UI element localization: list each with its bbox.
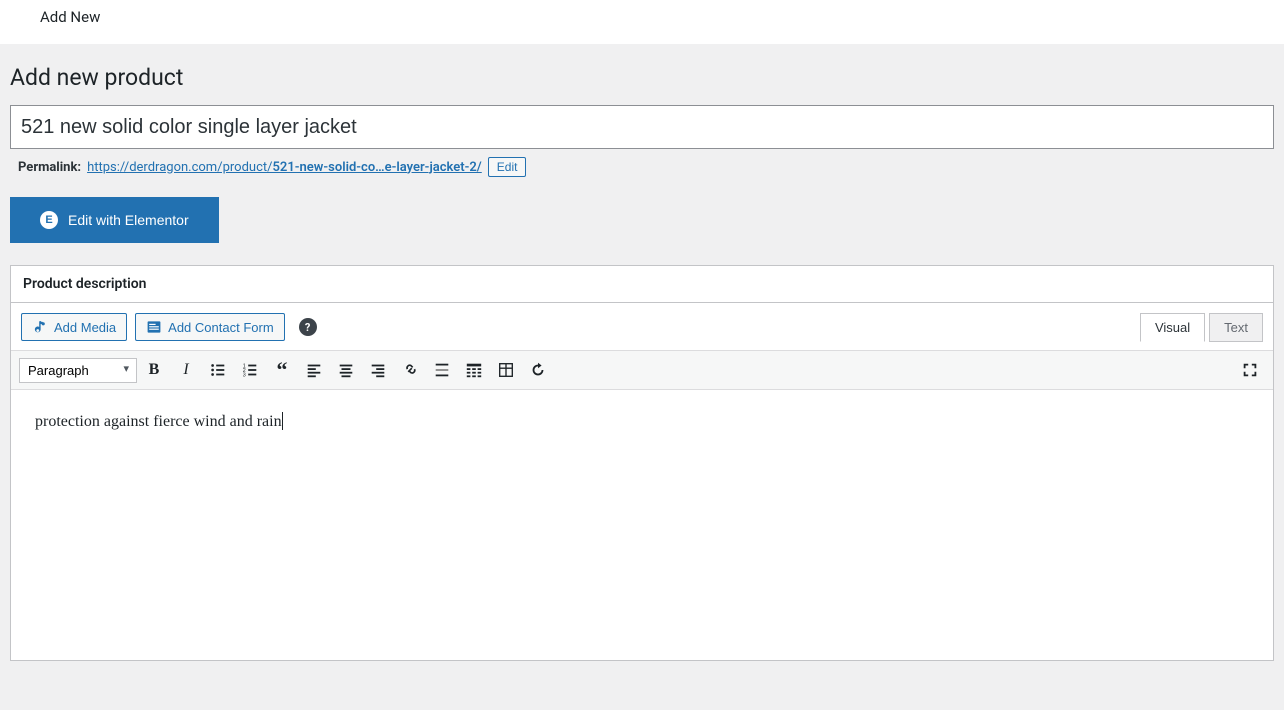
edit-permalink-button[interactable]: Edit bbox=[488, 157, 527, 177]
editor-toolbar: Paragraph B I 123 “ bbox=[11, 350, 1273, 390]
toolbar-toggle-button[interactable] bbox=[459, 355, 489, 385]
permalink-label: Permalink: bbox=[18, 160, 81, 175]
add-new-link[interactable]: Add New bbox=[40, 8, 100, 26]
edit-with-elementor-button[interactable]: E Edit with Elementor bbox=[10, 197, 219, 243]
help-icon[interactable]: ? bbox=[299, 318, 317, 336]
media-button-row: Add Media Add Contact Form ? Visual Text bbox=[11, 303, 1273, 351]
panel-header: Product description bbox=[11, 266, 1273, 303]
format-dropdown[interactable]: Paragraph bbox=[19, 358, 137, 383]
top-bar: Add New bbox=[0, 0, 1284, 44]
editor-content-area[interactable]: protection against fierce wind and rain bbox=[11, 390, 1273, 660]
bold-button[interactable]: B bbox=[139, 355, 169, 385]
italic-button[interactable]: I bbox=[171, 355, 201, 385]
bullet-list-button[interactable] bbox=[203, 355, 233, 385]
add-media-button[interactable]: Add Media bbox=[21, 313, 127, 341]
align-center-button[interactable] bbox=[331, 355, 361, 385]
svg-text:3: 3 bbox=[243, 372, 246, 378]
page-title: Add new product bbox=[10, 64, 1274, 91]
blockquote-button[interactable]: “ bbox=[267, 355, 297, 385]
panel-body: Add Media Add Contact Form ? Visual Text… bbox=[11, 303, 1273, 660]
link-button[interactable] bbox=[395, 355, 425, 385]
main-content: Add new product Permalink: https://derdr… bbox=[0, 44, 1284, 661]
permalink-link[interactable]: https://derdragon.com/product/521-new-so… bbox=[87, 160, 482, 175]
refresh-button[interactable] bbox=[523, 355, 553, 385]
tab-visual[interactable]: Visual bbox=[1140, 313, 1205, 342]
tab-text[interactable]: Text bbox=[1209, 313, 1263, 342]
permalink-row: Permalink: https://derdragon.com/product… bbox=[18, 157, 1274, 177]
elementor-icon: E bbox=[40, 211, 58, 229]
numbered-list-button[interactable]: 123 bbox=[235, 355, 265, 385]
read-more-button[interactable] bbox=[427, 355, 457, 385]
elementor-button-label: Edit with Elementor bbox=[68, 212, 189, 228]
add-contact-form-button[interactable]: Add Contact Form bbox=[135, 313, 285, 341]
fullscreen-button[interactable] bbox=[1235, 355, 1265, 385]
paragraph-format-select[interactable]: Paragraph bbox=[19, 358, 137, 383]
product-description-panel: Product description Add Media Add Contac… bbox=[10, 265, 1274, 661]
camera-music-icon bbox=[32, 319, 48, 335]
product-title-input[interactable] bbox=[10, 105, 1274, 149]
editor-mode-tabs: Visual Text bbox=[1140, 313, 1263, 342]
align-left-button[interactable] bbox=[299, 355, 329, 385]
table-button[interactable] bbox=[491, 355, 521, 385]
form-icon bbox=[146, 319, 162, 335]
description-text: protection against fierce wind and rain bbox=[35, 413, 282, 430]
text-cursor bbox=[282, 412, 283, 430]
align-right-button[interactable] bbox=[363, 355, 393, 385]
